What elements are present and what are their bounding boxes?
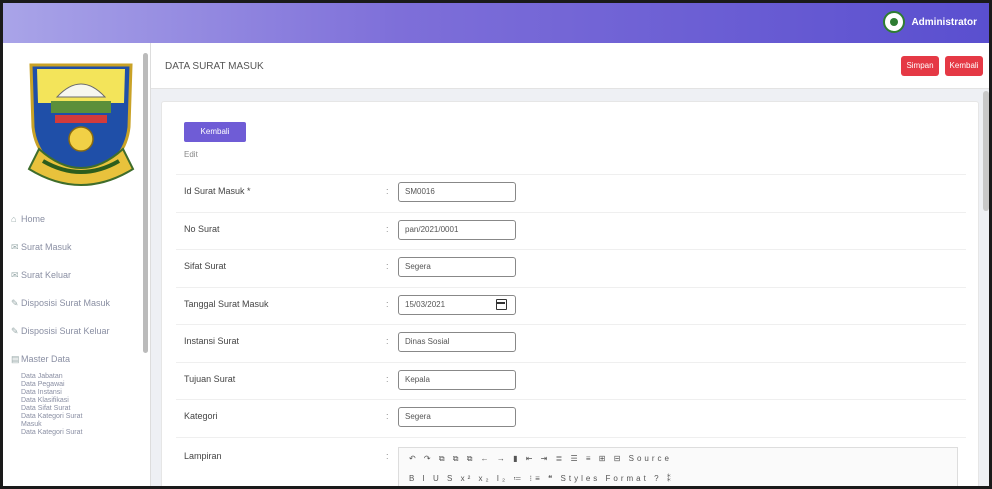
tanggal-date-input[interactable]: 15/03/2021 [398,295,516,315]
field-label-lampiran: Lampiran [184,451,222,461]
sidebar-item-surat-keluar[interactable]: ✉ Surat Keluar [11,261,143,289]
main-content: DATA SURAT MASUK Simpan Kembali Kembali … [151,43,989,486]
sidebar-item-label: Home [21,214,46,224]
tujuan-input[interactable]: Kepala [398,370,516,390]
editor-toolbar-row-2[interactable]: B I U S x² x₂ I₂ ≔ ⁝≡ ❝ Styles Format ? … [409,474,674,483]
page-scrollbar[interactable] [983,91,989,211]
page-title: DATA SURAT MASUK [165,61,264,72]
submenu-item[interactable]: Masuk [21,421,143,429]
sidebar-nav: ⌂ Home ✉ Surat Masuk ✉ Surat Keluar ✎ Dispos… [11,205,143,437]
field-label-instansi: Instansi Surat [184,336,240,346]
submenu-item[interactable]: Data Klasifikasi [21,397,143,405]
divider [176,437,966,438]
divider [176,362,966,363]
colon: : [386,224,389,234]
submenu-item[interactable]: Data Jabatan [21,373,143,381]
colon: : [386,374,389,384]
calendar-icon[interactable] [496,299,507,310]
rich-text-editor[interactable]: ↶ ↷ ⧉ ⧉ ⧉ ← → ▮ ⇤ ⇥ ≣ ☰ ≡ ⊞ ⊟ Source B I… [398,447,958,486]
sidebar-item-label: Surat Keluar [21,270,72,280]
sidebar-item-label: Disposisi Surat Keluar [21,326,110,336]
sidebar-item-label: Disposisi Surat Masuk [21,298,111,308]
colon: : [386,411,389,421]
no-surat-input[interactable]: pan/2021/0001 [398,220,516,240]
colon: : [386,261,389,271]
sidebar-item-label: Master Data [21,354,71,364]
divider [176,399,966,400]
sifat-surat-input[interactable]: Segera [398,257,516,277]
editor-toolbar-row-1[interactable]: ↶ ↷ ⧉ ⧉ ⧉ ← → ▮ ⇤ ⇥ ≣ ☰ ≡ ⊞ ⊟ Source [409,454,672,464]
date-value: 15/03/2021 [405,300,446,309]
app-window: Administrator ⌂ Home ✉ Surat Masuk ✉ Surat … [0,0,992,489]
colon: : [386,336,389,346]
field-label-kategori: Kategori [184,411,218,421]
user-menu[interactable]: Administrator [883,11,977,33]
save-button[interactable]: Simpan [901,56,939,76]
divider [176,212,966,213]
home-icon: ⌂ [11,214,17,224]
sidebar-item-disposisi-keluar[interactable]: ✎ Disposisi Surat Keluar [11,317,143,345]
form-card: Kembali Edit Id Surat Masuk * : SM0016 N… [161,101,979,486]
back-button-top[interactable]: Kembali [945,56,983,76]
divider [176,324,966,325]
submenu-item[interactable]: Data Kategori Surat [21,429,143,437]
submenu-item[interactable]: Data Instansi [21,389,143,397]
user-name[interactable]: Administrator [911,17,977,28]
field-label-tanggal: Tanggal Surat Masuk [184,299,269,309]
file-icon: ✎ [11,298,19,308]
field-label-sifat-surat: Sifat Surat [184,261,227,271]
submenu-item[interactable]: Data Sifat Surat [21,405,143,413]
sidebar: ⌂ Home ✉ Surat Masuk ✉ Surat Keluar ✎ Dispos… [3,43,151,486]
top-navbar: Administrator [3,3,989,43]
colon: : [386,451,389,461]
divider [176,174,966,175]
sidebar-item-surat-masuk[interactable]: ✉ Surat Masuk [11,233,143,261]
avatar[interactable] [883,11,906,33]
colon: : [386,299,389,309]
submenu-item[interactable]: Data Kategori Surat [21,413,143,421]
mail-icon: ✉ [11,270,19,280]
colon: : [386,186,389,196]
back-button[interactable]: Kembali [184,122,246,142]
divider [176,249,966,250]
kategori-input[interactable]: Segera [398,407,516,427]
government-emblem-logo [27,63,135,186]
sidebar-item-master-data[interactable]: ▤Master Data [11,345,143,373]
mail-icon: ✉ [11,242,19,252]
sidebar-submenu: Data Jabatan Data Pegawai Data Instansi … [11,373,143,437]
page-header: DATA SURAT MASUK Simpan Kembali [151,43,989,89]
field-label-id-surat: Id Surat Masuk * [184,186,251,196]
folder-icon: ▤ [11,354,20,364]
file-icon: ✎ [11,326,19,336]
sidebar-item-disposisi-masuk[interactable]: ✎ Disposisi Surat Masuk [11,289,143,317]
field-label-no-surat: No Surat [184,224,220,234]
sidebar-item-label: Surat Masuk [21,242,72,252]
id-surat-input[interactable]: SM0016 [398,182,516,202]
divider [176,287,966,288]
sidebar-item-home[interactable]: ⌂ Home [11,205,143,233]
instansi-input[interactable]: Dinas Sosial [398,332,516,352]
submenu-item[interactable]: Data Pegawai [21,381,143,389]
field-label-tujuan: Tujuan Surat [184,374,236,384]
form-caption: Edit [184,150,198,159]
sidebar-scrollbar[interactable] [143,53,148,353]
